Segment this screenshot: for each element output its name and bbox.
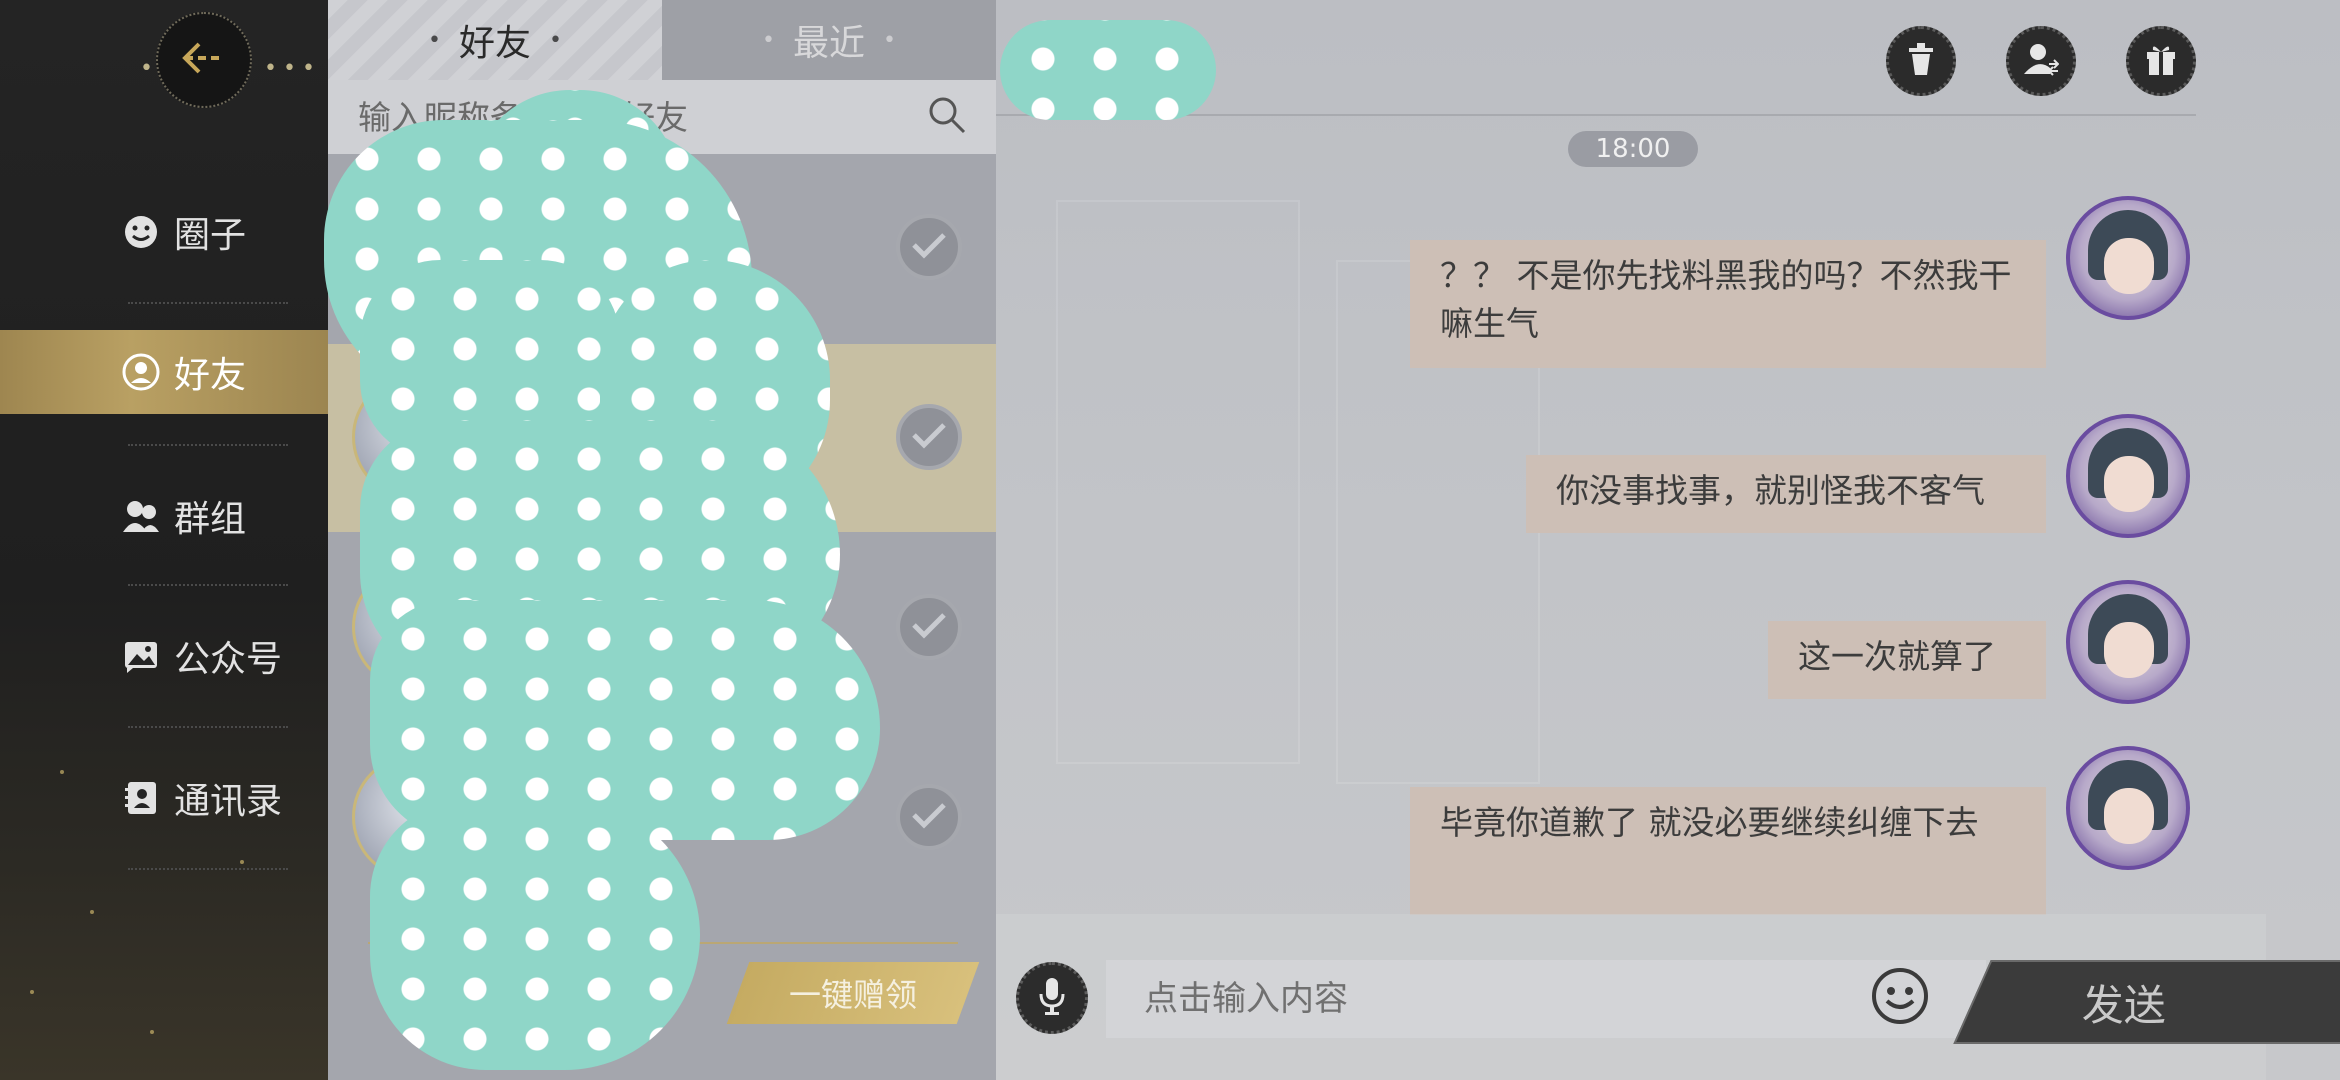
message-bubble: 毕竟你道歉了 就没必要继续纠缠下去 <box>1410 787 2046 915</box>
check-icon <box>910 230 948 264</box>
nav-item-label: 通讯录 <box>174 781 283 822</box>
nav-item-contacts[interactable]: 通讯录 <box>0 756 328 840</box>
avatar[interactable] <box>2066 196 2190 320</box>
gift-check-button[interactable] <box>896 404 962 470</box>
gift-all-button[interactable]: 一键赠领 <box>726 962 980 1024</box>
gift-all-label: 一键赠领 <box>788 976 917 1014</box>
gift-icon <box>2144 42 2178 80</box>
gift-check-button[interactable] <box>896 784 962 850</box>
friend-profile-button[interactable] <box>2006 26 2076 96</box>
privacy-mask <box>370 800 700 1070</box>
nav-item-groups[interactable]: 群组 <box>0 474 328 558</box>
group-icon <box>122 497 160 535</box>
message-bubble: ？？ 不是你先找料黑我的吗？不然我干嘛生气 <box>1410 240 2046 368</box>
message-bubble: 你没事找事，就别怪我不客气 <box>1526 455 2046 533</box>
avatar[interactable] <box>2066 580 2190 704</box>
microphone-icon <box>1037 976 1067 1020</box>
chat-input-field[interactable] <box>1142 978 1950 1020</box>
nav-divider <box>128 584 288 586</box>
chat-input-box <box>1106 960 1986 1038</box>
tab-recent[interactable]: • 最近 • <box>662 0 996 80</box>
privacy-mask <box>1000 20 1216 120</box>
tab-friends[interactable]: • 好友 • <box>328 0 662 80</box>
nav-divider <box>128 868 288 870</box>
back-button[interactable] <box>156 12 252 108</box>
delete-chat-button[interactable] <box>1886 26 1956 96</box>
left-nav: • ••• 圈子 好友 群组 公众号 通讯录 <box>0 0 328 1080</box>
nav-item-friends[interactable]: 好友 <box>0 330 328 414</box>
emoji-button[interactable] <box>1868 966 1932 1030</box>
send-gift-button[interactable] <box>2126 26 2196 96</box>
check-icon <box>910 610 948 644</box>
nav-item-circle[interactable]: 圈子 <box>0 190 328 274</box>
friend-icon <box>122 353 160 391</box>
nav-item-label: 好友 <box>174 355 247 396</box>
check-icon <box>910 420 948 454</box>
gift-check-button[interactable] <box>896 214 962 280</box>
message-timestamp: 18:00 <box>1568 131 1698 167</box>
nav-divider <box>128 726 288 728</box>
emoji-icon <box>1871 967 1929 1029</box>
voice-input-button[interactable] <box>1016 962 1088 1034</box>
avatar[interactable] <box>2066 414 2190 538</box>
send-label: 发送 <box>2081 980 2166 1030</box>
chat-input-bar: 发送 <box>996 914 2340 1080</box>
send-button[interactable]: 发送 <box>1953 960 2340 1044</box>
nav-item-label: 圈子 <box>174 215 247 256</box>
tab-label: 好友 <box>458 23 531 64</box>
trash-icon <box>1905 42 1937 80</box>
check-icon <box>910 800 948 834</box>
gift-check-button[interactable] <box>896 594 962 660</box>
smiley-icon <box>122 213 160 251</box>
nav-item-official-accounts[interactable]: 公众号 <box>0 614 328 698</box>
nav-divider <box>128 444 288 446</box>
nav-divider <box>128 302 288 304</box>
nav-item-label: 公众号 <box>174 639 283 680</box>
friend-tabs: • 好友 • • 最近 • <box>328 0 996 80</box>
message-bubble: 这一次就算了 <box>1768 621 2046 699</box>
nav-item-label: 群组 <box>174 499 247 540</box>
avatar[interactable] <box>2066 746 2190 870</box>
user-switch-icon <box>2023 42 2060 80</box>
image-icon <box>122 637 160 675</box>
contacts-icon <box>122 779 160 817</box>
tab-label: 最近 <box>792 23 865 64</box>
background-decoration <box>1056 200 1300 764</box>
search-icon[interactable] <box>926 94 968 140</box>
arrow-left-icon <box>179 40 229 80</box>
back-dots-right: ••• <box>264 56 321 81</box>
